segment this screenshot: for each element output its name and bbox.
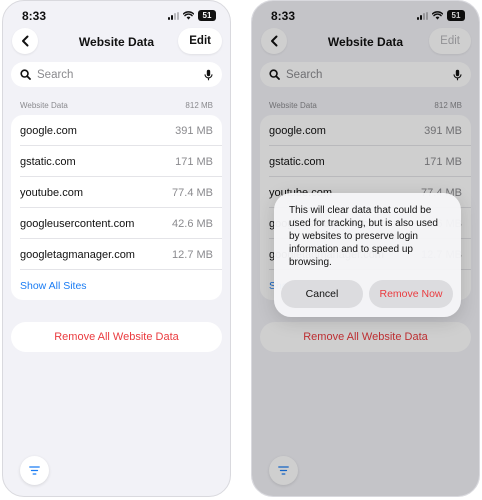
search-input[interactable]: Search [11,62,222,87]
section-total: 812 MB [185,101,213,110]
phone-screen-before: 8:33 51 Website Data Edit Search Website… [2,0,231,497]
wifi-icon [183,11,194,20]
website-list: google.com 391 MB gstatic.com 171 MB youtu… [11,115,222,300]
filter-button[interactable] [20,456,49,485]
site-size: 171 MB [175,156,213,168]
list-item[interactable]: googleusercontent.com 42.6 MB [11,208,222,239]
list-item[interactable]: gstatic.com 171 MB [11,146,222,177]
list-item[interactable]: google.com 391 MB [11,115,222,146]
phone-screen-with-alert: 8:33 51 Website Data Edit Search Website… [251,0,480,497]
cellular-signal-icon [168,11,179,20]
site-size: 391 MB [175,125,213,137]
remove-all-website-data-button[interactable]: Remove All Website Data [11,322,222,352]
site-domain: google.com [20,125,77,137]
filter-lines-icon [29,466,40,475]
site-domain: youtube.com [20,187,83,199]
search-placeholder: Search [37,68,74,81]
site-domain: googleusercontent.com [20,218,135,230]
navigation-bar: Website Data Edit [3,27,230,57]
remove-now-button[interactable]: Remove Now [369,280,453,308]
section-header: Website Data 812 MB [20,101,213,110]
search-icon [20,69,31,80]
show-all-sites-link[interactable]: Show All Sites [20,280,87,292]
confirm-alert-dialog: This will clear data that could be used … [274,193,461,317]
battery-icon: 51 [198,10,216,21]
alert-message: This will clear data that could be used … [289,205,438,268]
microphone-icon[interactable] [204,69,213,81]
status-icons: 51 [168,10,216,21]
list-item[interactable]: googletagmanager.com 12.7 MB [11,239,222,270]
section-title: Website Data [20,101,68,110]
site-size: 42.6 MB [172,218,213,230]
site-domain: gstatic.com [20,156,76,168]
site-domain: googletagmanager.com [20,249,135,261]
cancel-button[interactable]: Cancel [281,280,363,308]
site-size: 12.7 MB [172,249,213,261]
list-item[interactable]: youtube.com 77.4 MB [11,177,222,208]
status-bar: 8:33 51 [3,1,230,27]
status-time: 8:33 [22,9,47,23]
edit-button[interactable]: Edit [178,28,222,54]
site-size: 77.4 MB [172,187,213,199]
